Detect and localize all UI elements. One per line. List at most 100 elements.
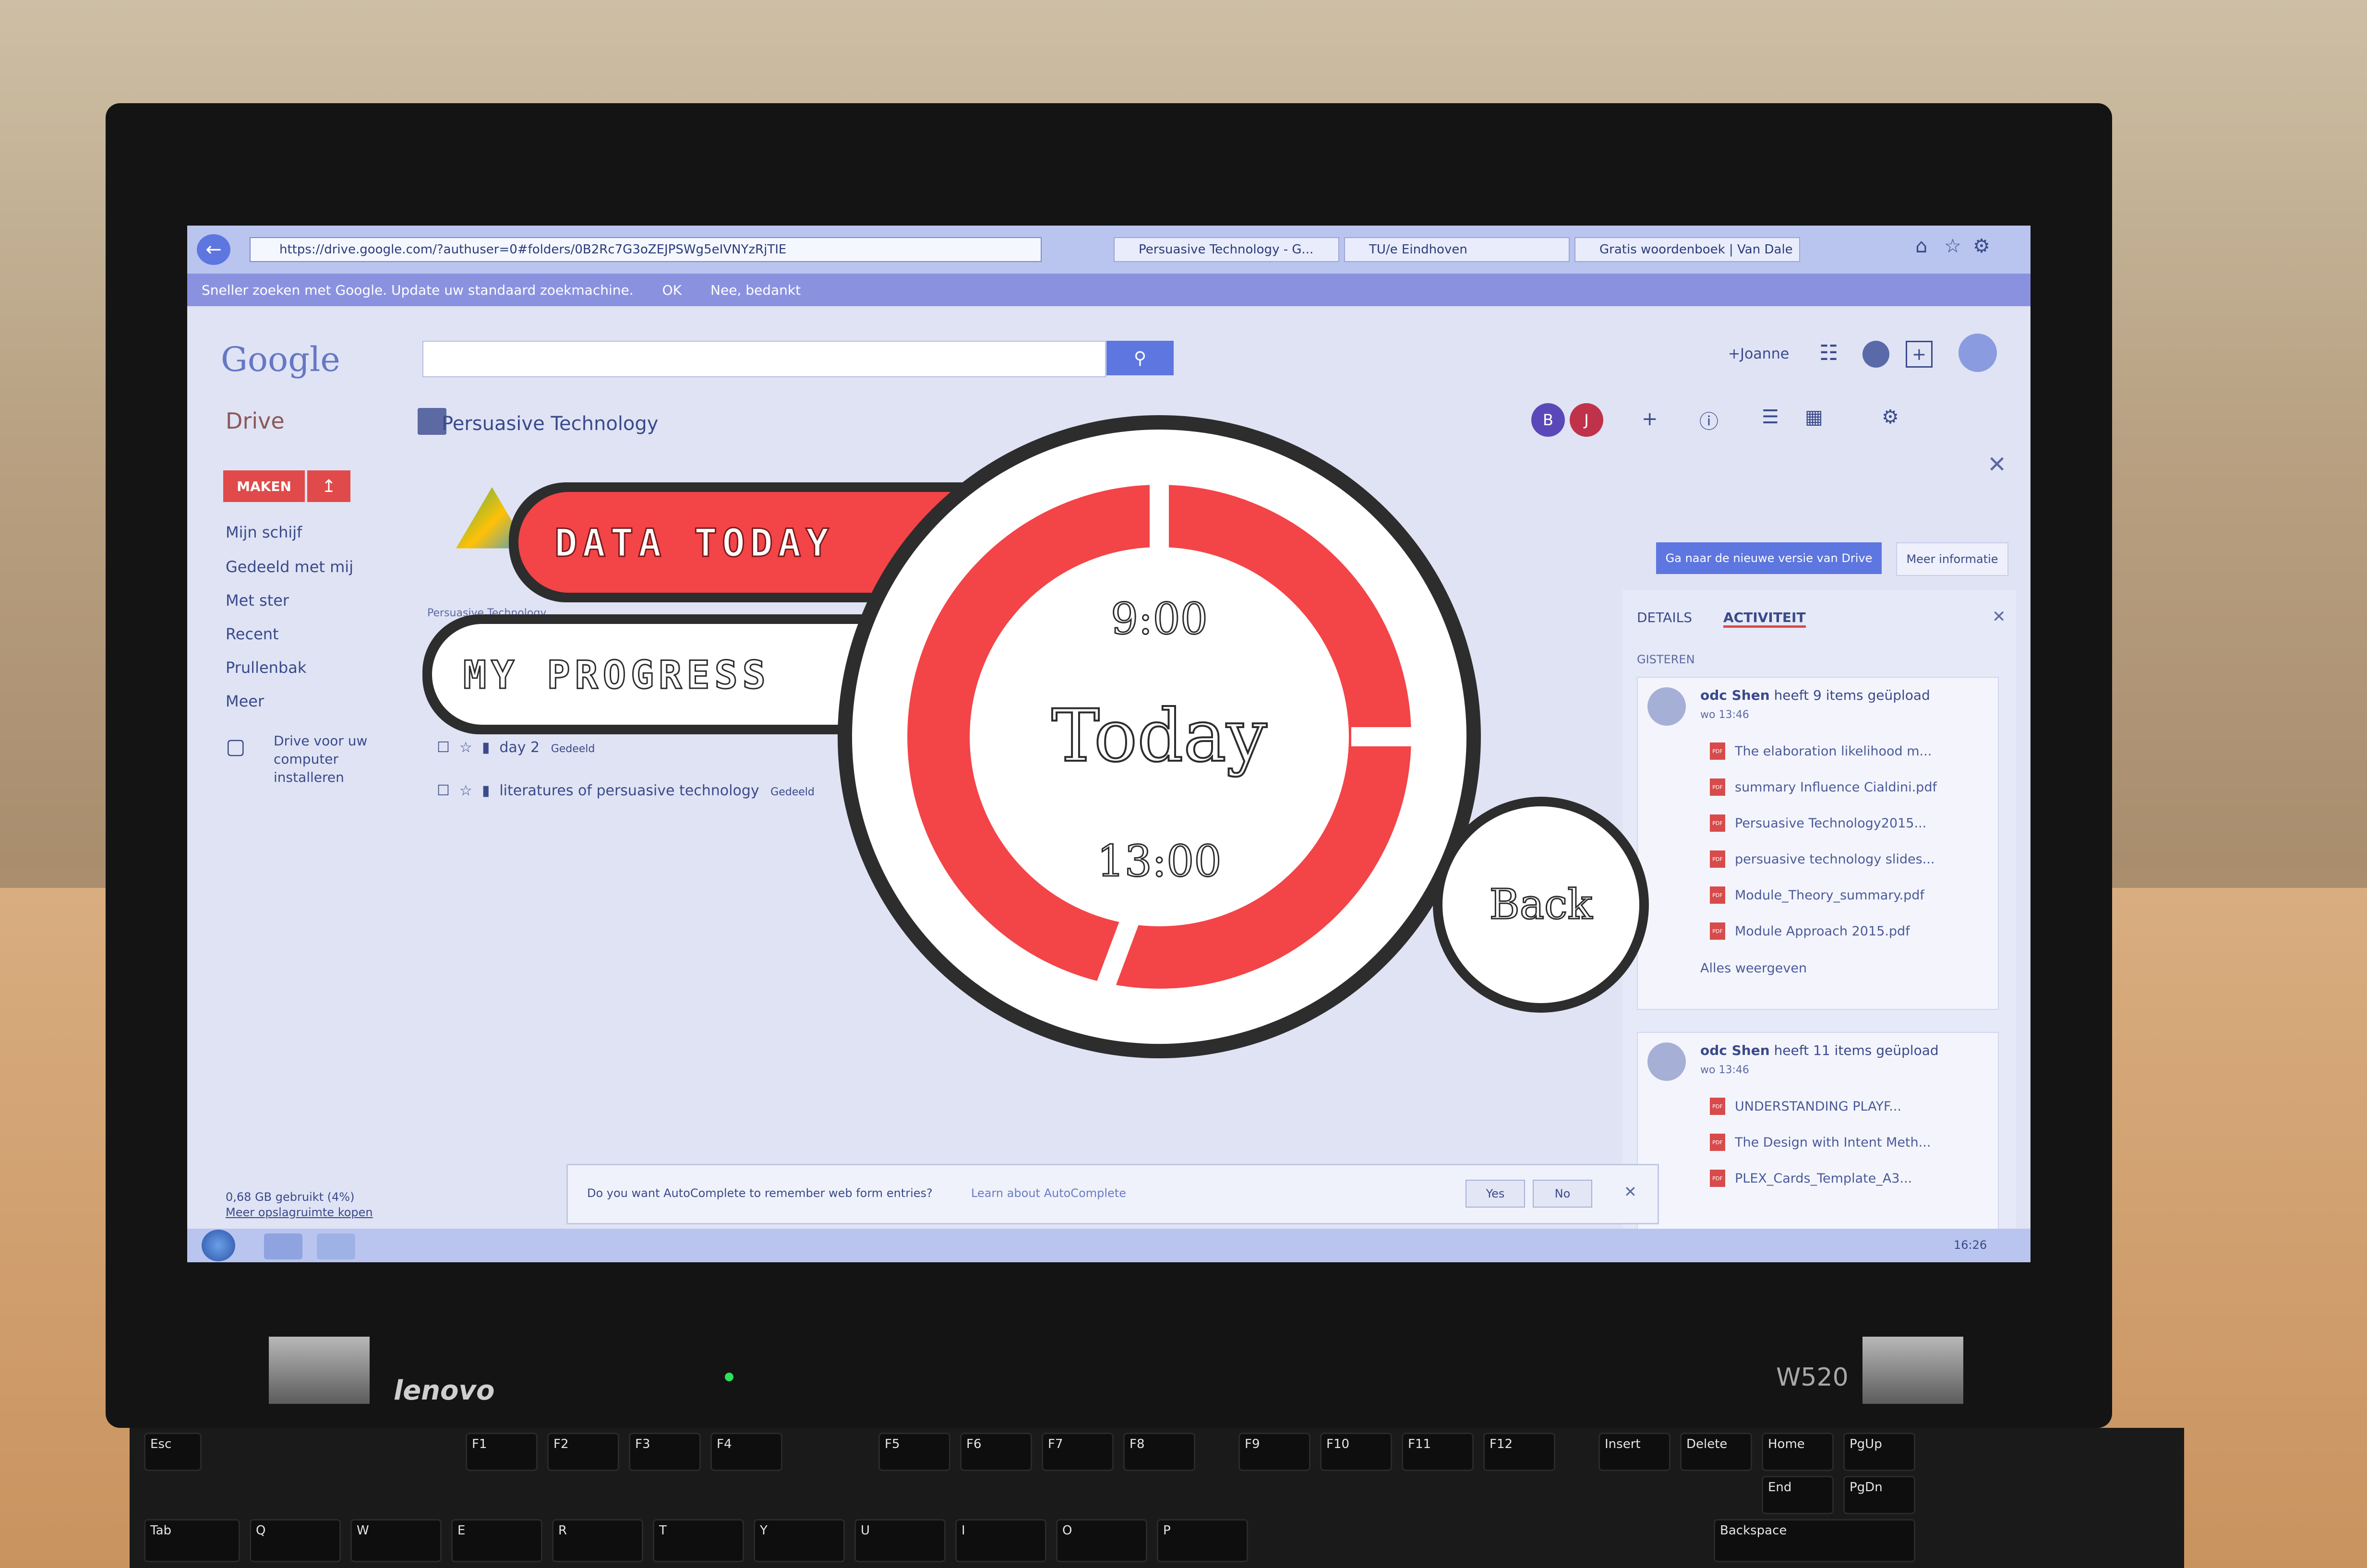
file-name[interactable]: day 2 (499, 739, 540, 756)
sidebar-item-more[interactable]: Meer (226, 692, 264, 710)
key-y[interactable]: Y (754, 1519, 845, 1562)
key-home[interactable]: Home (1762, 1433, 1834, 1471)
key-t[interactable]: T (653, 1519, 744, 1562)
create-button[interactable]: MAKEN (223, 470, 305, 502)
ie-taskbar-icon[interactable] (264, 1233, 302, 1259)
star-icon[interactable]: ☆ (459, 782, 472, 799)
autocomplete-no-button[interactable]: No (1533, 1180, 1592, 1208)
notifications-icon[interactable] (1862, 341, 1889, 368)
file-row[interactable]: ☐ ☆ ▮ literatures of persuasive technology … (437, 782, 815, 799)
key-f4[interactable]: F4 (710, 1433, 782, 1471)
upload-button[interactable]: ↥ (307, 470, 350, 502)
key-f12[interactable]: F12 (1483, 1433, 1555, 1471)
search-button[interactable]: ⚲ (1106, 341, 1174, 375)
user-link[interactable]: +Joanne (1728, 346, 1789, 362)
list-view-icon[interactable]: ☰ (1762, 406, 1779, 428)
explorer-taskbar-icon[interactable] (317, 1233, 355, 1259)
tab-details[interactable]: DETAILS (1637, 610, 1692, 625)
show-all-link[interactable]: Alles weergeven (1700, 961, 1807, 976)
search-input[interactable] (422, 341, 1106, 377)
key-tab[interactable]: Tab (144, 1519, 240, 1562)
back-arrow-icon[interactable]: ← (197, 234, 230, 265)
key-p[interactable]: P (1157, 1519, 1248, 1562)
more-info-button[interactable]: Meer informatie (1896, 542, 2008, 576)
autocomplete-learn-link[interactable]: Learn about AutoComplete (971, 1186, 1126, 1200)
file-name[interactable]: literatures of persuasive technology (499, 782, 759, 799)
key-pgdn[interactable]: PgDn (1843, 1476, 1915, 1514)
address-bar[interactable]: https://drive.google.com/?authuser=0#fol… (250, 237, 1042, 262)
list-item[interactable]: PDF The elaboration likelihood m... (1710, 742, 1932, 760)
collaborator-j-avatar[interactable]: J (1570, 403, 1603, 437)
sidebar-item-starred[interactable]: Met ster (226, 591, 289, 610)
key-f10[interactable]: F10 (1320, 1433, 1392, 1471)
tab-persuasive-technology[interactable]: Persuasive Technology - G... (1114, 237, 1339, 262)
key-o[interactable]: O (1056, 1519, 1147, 1562)
close-icon[interactable]: ✕ (1624, 1183, 1637, 1201)
sidebar-item-my-drive[interactable]: Mijn schijf (226, 523, 302, 541)
key-f1[interactable]: F1 (466, 1433, 538, 1471)
list-item[interactable]: PDF summary Influence Cialdini.pdf (1710, 778, 1937, 796)
list-item[interactable]: PDF persuasive technology slides... (1710, 850, 1934, 868)
close-panel-icon[interactable]: ✕ (1992, 607, 2006, 626)
new-drive-button[interactable]: Ga naar de nieuwe versie van Drive (1656, 542, 1882, 574)
list-item[interactable]: PDF Module Approach 2015.pdf (1710, 922, 1910, 940)
apps-grid-icon[interactable]: ☷ (1819, 341, 1838, 365)
list-item[interactable]: PDF The Design with Intent Meth... (1710, 1134, 1931, 1151)
key-f6[interactable]: F6 (960, 1433, 1032, 1471)
settings-icon[interactable]: ⚙ (1882, 406, 1899, 428)
close-promo-icon[interactable]: ✕ (1987, 451, 2007, 478)
list-item[interactable]: PDF Persuasive Technology2015... (1710, 814, 1926, 832)
star-icon[interactable]: ☆ (459, 739, 472, 756)
key-f8[interactable]: F8 (1123, 1433, 1195, 1471)
checkbox[interactable]: ☐ (437, 739, 450, 756)
info-icon[interactable]: ⓘ (1699, 406, 1718, 434)
key-e[interactable]: E (451, 1519, 542, 1562)
key-end[interactable]: End (1762, 1476, 1834, 1514)
key-f5[interactable]: F5 (878, 1433, 950, 1471)
key-i[interactable]: I (955, 1519, 1046, 1562)
key-backspace[interactable]: Backspace (1714, 1519, 1915, 1562)
tab-tue-eindhoven[interactable]: TU/e Eindhoven (1344, 237, 1570, 262)
key-f7[interactable]: F7 (1042, 1433, 1114, 1471)
key-u[interactable]: U (854, 1519, 946, 1562)
today-progress-ring[interactable]: 9:00 Today 13:00 (833, 410, 1486, 1063)
gear-icon[interactable]: ⚙ (1973, 235, 1990, 257)
key-f2[interactable]: F2 (547, 1433, 619, 1471)
tab-van-dale[interactable]: Gratis woordenboek | Van Dale (1574, 237, 1800, 262)
buy-storage-link[interactable]: Meer opslagruimte kopen (226, 1206, 373, 1219)
key-w[interactable]: W (350, 1519, 442, 1562)
install-drive-link[interactable]: Drive voor uw computer installeren (274, 732, 367, 787)
add-person-icon[interactable]: + (1642, 408, 1658, 430)
drive-title[interactable]: Drive (226, 408, 285, 434)
sidebar-item-trash[interactable]: Prullenbak (226, 658, 306, 677)
key-f9[interactable]: F9 (1238, 1433, 1310, 1471)
sidebar-item-recent[interactable]: Recent (226, 625, 279, 643)
key-delete[interactable]: Delete (1680, 1433, 1752, 1471)
key-insert[interactable]: Insert (1598, 1433, 1670, 1471)
file-row[interactable]: ☐ ☆ ▮ day 2 Gedeeld (437, 739, 595, 756)
star-icon[interactable]: ☆ (1944, 235, 1961, 257)
collaborator-b-avatar[interactable]: B (1531, 403, 1565, 437)
key-f3[interactable]: F3 (629, 1433, 701, 1471)
google-logo[interactable]: Google (221, 340, 340, 379)
list-item[interactable]: PDF Module_Theory_summary.pdf (1710, 886, 1924, 904)
avatar[interactable] (1958, 334, 1997, 372)
home-icon[interactable]: ⌂ (1915, 235, 1927, 257)
list-item[interactable]: PDF UNDERSTANDING PLAYF... (1710, 1098, 1901, 1115)
key-esc[interactable]: Esc (144, 1433, 202, 1471)
key-q[interactable]: Q (250, 1519, 341, 1562)
grid-view-icon[interactable]: ▦ (1805, 406, 1823, 428)
list-item[interactable]: PDF PLEX_Cards_Template_A3... (1710, 1170, 1912, 1187)
start-button[interactable] (202, 1230, 235, 1261)
back-button[interactable]: Back (1442, 806, 1639, 1003)
notice-decline-button[interactable]: Nee, bedankt (710, 282, 801, 298)
autocomplete-yes-button[interactable]: Yes (1466, 1180, 1525, 1208)
key-f11[interactable]: F11 (1402, 1433, 1474, 1471)
key-pgup[interactable]: PgUp (1843, 1433, 1915, 1471)
notice-ok-button[interactable]: OK (662, 282, 682, 298)
sidebar-item-shared[interactable]: Gedeeld met mij (226, 558, 353, 576)
share-plus-icon[interactable]: + (1906, 341, 1933, 368)
tab-activity[interactable]: ACTIVITEIT (1723, 610, 1806, 628)
key-r[interactable]: R (552, 1519, 643, 1562)
checkbox[interactable]: ☐ (437, 782, 450, 799)
